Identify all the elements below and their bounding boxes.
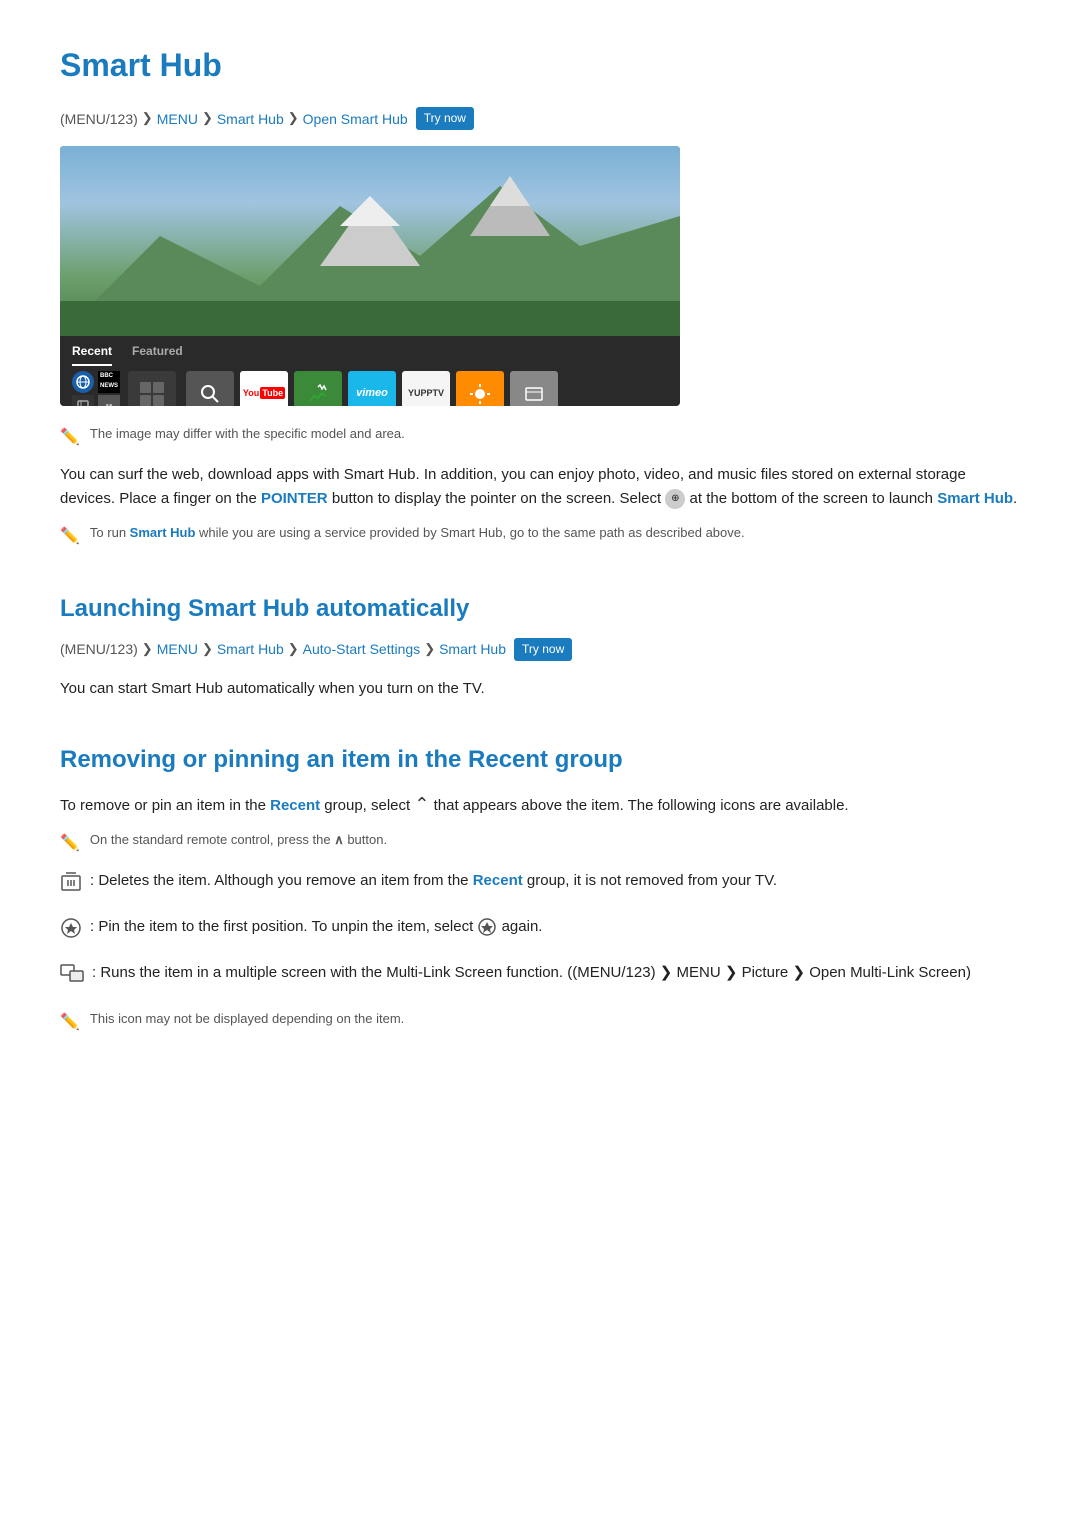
breadcrumb-s3-picture[interactable]: Picture xyxy=(742,964,789,981)
app-icon-search-group: Search xyxy=(186,371,234,407)
pencil-icon-4: ✏️ xyxy=(60,1010,80,1036)
breadcrumb-menu-link[interactable]: MENU xyxy=(157,108,198,130)
multilink-icon-container xyxy=(60,963,84,985)
breadcrumb-s2-autostart[interactable]: Auto-Start Settings xyxy=(303,638,421,660)
menu-id-1: (MENU/123) xyxy=(60,108,138,130)
chevron-s2-4: ❯ xyxy=(424,639,435,660)
multilink-item-text: : Runs the item in a multiple screen wit… xyxy=(92,961,971,985)
breadcrumb-s2-menu[interactable]: MENU xyxy=(157,638,198,660)
pin-again-icon xyxy=(477,917,497,937)
section-3-title: Removing or pinning an item in the Recen… xyxy=(60,741,1020,779)
menu-id-2: (MENU/123) xyxy=(60,638,138,660)
app-icon-youtube-group: YouTube YouTube xyxy=(240,371,288,407)
pin-icon-container xyxy=(60,917,82,939)
smarthub-link-2[interactable]: Smart Hub xyxy=(130,525,196,540)
chevron-s2-2: ❯ xyxy=(202,639,213,660)
delete-item-text: : Deletes the item. Although you remove … xyxy=(90,869,777,893)
section-3-para: To remove or pin an item in the Recent g… xyxy=(60,790,1020,819)
tv-tab-featured[interactable]: Featured xyxy=(132,342,183,365)
smarthub-icon-inline: ⊕ xyxy=(665,489,685,509)
breadcrumb-smarthub-link[interactable]: Smart Hub xyxy=(217,108,284,130)
breadcrumb-2: (MENU/123) ❯ MENU ❯ Smart Hub ❯ Auto-Sta… xyxy=(60,638,1020,661)
recent-link-1[interactable]: Recent xyxy=(270,797,320,814)
pencil-icon-3: ✏️ xyxy=(60,831,80,857)
pencil-icon-2: ✏️ xyxy=(60,524,80,550)
recent-apps-grid: BBCNEWS xyxy=(72,371,122,407)
edit-chevron-icon: ⌃ xyxy=(414,794,429,814)
main-para-1: You can surf the web, download apps with… xyxy=(60,463,1020,511)
app-icon-accuweather[interactable] xyxy=(456,371,504,407)
mountain-svg xyxy=(60,146,680,336)
icon-list-item-multilink: : Runs the item in a multiple screen wit… xyxy=(60,961,1020,997)
menu-id-3: (MENU/123) xyxy=(572,964,655,981)
try-now-badge-2[interactable]: Try now xyxy=(514,638,572,661)
chevron-3: ❯ xyxy=(288,108,299,129)
recent-link-2[interactable]: Recent xyxy=(473,872,523,889)
remote-button-symbol: ∧ xyxy=(334,832,344,847)
recent-app-cat xyxy=(98,395,120,407)
section-2-title: Launching Smart Hub automatically xyxy=(60,590,1020,628)
multilink-icon xyxy=(60,963,84,985)
tv-tab-recent[interactable]: Recent xyxy=(72,342,112,365)
pin-icon xyxy=(60,917,82,939)
chevron-2: ❯ xyxy=(202,108,213,129)
app-icon-yupptv[interactable]: YUPPTV xyxy=(402,371,450,407)
icon-list-item-delete: : Deletes the item. Although you remove … xyxy=(60,869,1020,905)
mountain-background xyxy=(60,146,680,336)
tv-bottom-bar: Recent Featured BBCNEWS xyxy=(60,336,680,406)
app-icon-tunein[interactable] xyxy=(294,371,342,407)
app-icon-yupptv-group: YUPPTV YuppTV xyxy=(402,371,450,407)
delete-icon xyxy=(60,871,82,893)
app-icon-accuweather-group: AccuWeat... xyxy=(456,371,504,407)
smarthub-run-note: ✏️ To run Smart Hub while you are using … xyxy=(60,523,1020,550)
breadcrumb-s3-menu[interactable]: MENU xyxy=(677,964,721,981)
pin-item-text: : Pin the item to the first position. To… xyxy=(90,915,542,939)
page-title: Smart Hub xyxy=(60,40,1020,91)
apps-section-label: APPS xyxy=(128,371,176,407)
tv-screenshot: Recent Featured BBCNEWS xyxy=(60,146,680,406)
breadcrumb-s3-multilink[interactable]: Open Multi-Link Screen xyxy=(809,964,966,981)
section-2-para: You can start Smart Hub automatically wh… xyxy=(60,677,1020,701)
remote-control-note: ✏️ On the standard remote control, press… xyxy=(60,830,1020,857)
try-now-badge-1[interactable]: Try now xyxy=(416,107,474,130)
icon-display-note: ✏️ This icon may not be displayed depend… xyxy=(60,1009,1020,1036)
app-icon-vimeo-group: vimeo Vimeo xyxy=(348,371,396,407)
app-icon-myco[interactable] xyxy=(510,371,558,407)
smarthub-link-1[interactable]: Smart Hub xyxy=(937,490,1013,507)
breadcrumb-open-smarthub-link[interactable]: Open Smart Hub xyxy=(303,108,408,130)
icon-list-item-pin: : Pin the item to the first position. To… xyxy=(60,915,1020,951)
app-icon-search[interactable] xyxy=(186,371,234,407)
chevron-1: ❯ xyxy=(142,108,153,129)
breadcrumb-s2-smarthub2[interactable]: Smart Hub xyxy=(439,638,506,660)
image-note: ✏️ The image may differ with the specifi… xyxy=(60,424,1020,451)
app-icon-myco-group: MY CO... xyxy=(510,371,558,407)
breadcrumb-s2-smarthub[interactable]: Smart Hub xyxy=(217,638,284,660)
app-icon-vimeo[interactable]: vimeo xyxy=(348,371,396,407)
delete-icon-container xyxy=(60,871,82,893)
chevron-s2-3: ❯ xyxy=(288,639,299,660)
recent-app-misc1 xyxy=(72,395,94,407)
chevron-s2-1: ❯ xyxy=(142,639,153,660)
recent-app-globe xyxy=(72,371,94,393)
breadcrumb-1: (MENU/123) ❯ MENU ❯ Smart Hub ❯ Open Sma… xyxy=(60,107,1020,130)
recent-app-bbc: BBCNEWS xyxy=(98,371,120,393)
pencil-icon-1: ✏️ xyxy=(60,425,80,451)
app-icon-tunein-group: TuneIn xyxy=(294,371,342,407)
pointer-link[interactable]: POINTER xyxy=(261,490,328,507)
app-icon-youtube[interactable]: YouTube xyxy=(240,371,288,407)
